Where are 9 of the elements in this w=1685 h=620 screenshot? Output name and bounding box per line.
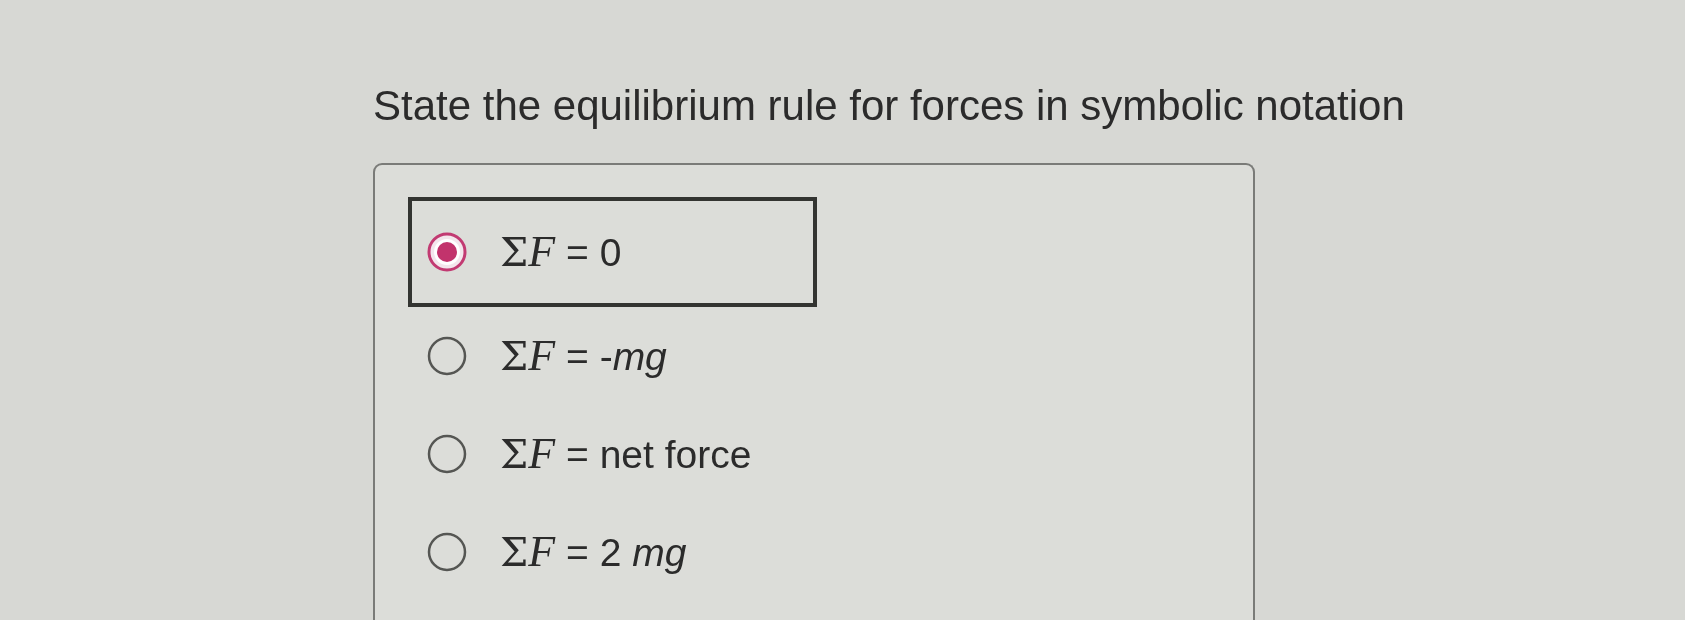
question-text: State the equilibrium rule for forces in symbolic notation [373,82,1405,131]
radio-button[interactable] [427,232,467,273]
option-label[interactable]: ΣF = net force [500,430,752,479]
radio-button[interactable] [427,434,467,475]
radio-button[interactable] [427,532,467,573]
radio-button[interactable] [427,336,467,377]
option-label[interactable]: ΣF = 2 mg [500,528,687,577]
option-label[interactable]: ΣF = 0 [500,228,622,277]
option-label[interactable]: ΣF = -mg [500,332,667,381]
